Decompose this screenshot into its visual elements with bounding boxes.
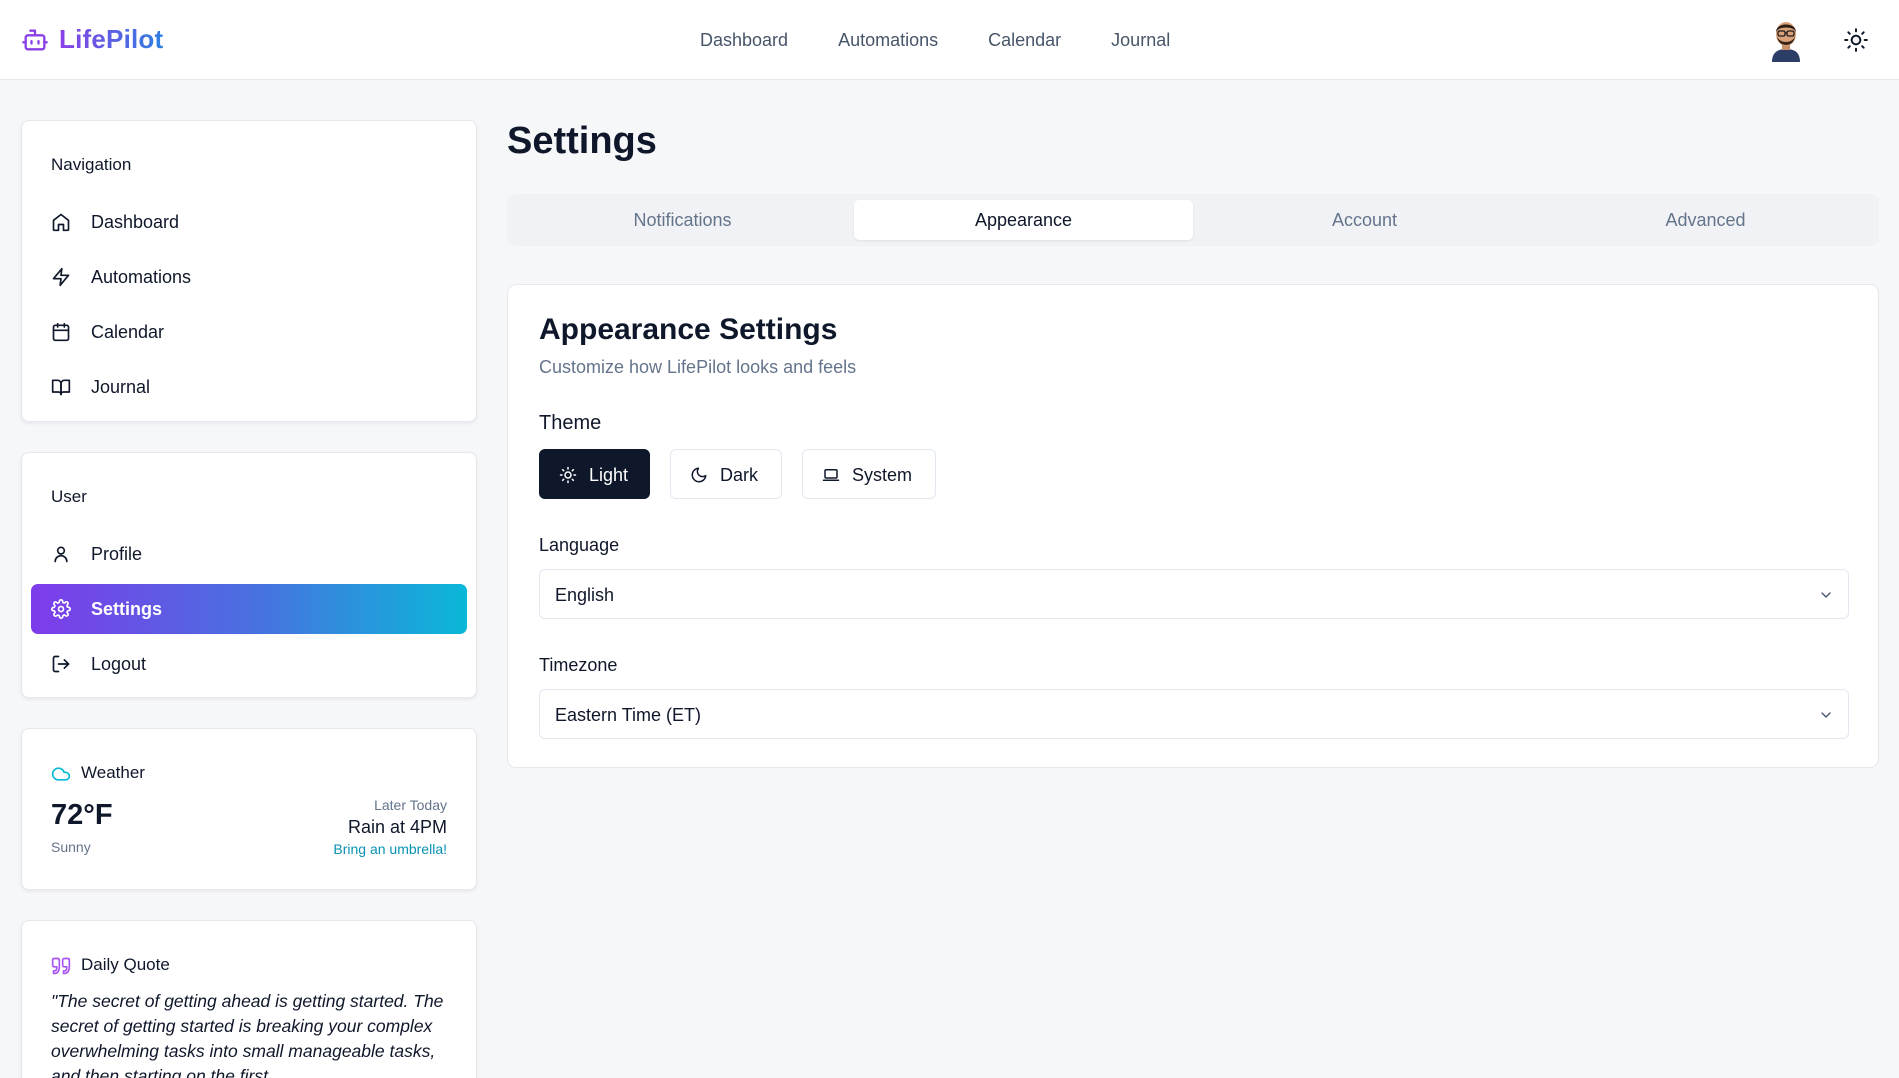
- sidebar-item-profile[interactable]: Profile: [31, 529, 467, 579]
- quote-text: "The secret of getting ahead is getting …: [51, 991, 444, 1078]
- language-select[interactable]: English: [539, 569, 1849, 619]
- theme-option-label: System: [852, 465, 913, 485]
- sidebar-item-label: Calendar: [91, 322, 165, 342]
- sidebar-item-dashboard[interactable]: Dashboard: [31, 197, 467, 247]
- logout-icon: [51, 654, 71, 674]
- top-bar: LifePilot Dashboard Automations Calendar…: [0, 0, 1899, 80]
- sidebar-item-settings[interactable]: Settings: [31, 584, 467, 634]
- top-navigation: Dashboard Automations Calendar Journal: [700, 28, 1220, 52]
- weather-temperature: 72°F: [51, 799, 113, 831]
- cloud-icon: [51, 764, 71, 784]
- user-title: User: [51, 487, 87, 506]
- lightning-icon: [51, 267, 71, 287]
- topnav-dashboard[interactable]: Dashboard: [700, 28, 788, 52]
- appearance-settings-panel: Appearance Settings Customize how LifePi…: [507, 284, 1879, 768]
- theme-dark-button[interactable]: Dark: [670, 449, 782, 499]
- sidebar-item-label: Automations: [91, 267, 192, 287]
- avatar[interactable]: [1766, 18, 1806, 62]
- theme-light-button[interactable]: Light: [539, 449, 650, 499]
- weather-tip: Bring an umbrella!: [333, 841, 447, 857]
- theme-label: Theme: [539, 412, 602, 434]
- theme-option-label: Dark: [720, 465, 759, 485]
- sidebar-item-label: Settings: [91, 599, 163, 619]
- language-value: English: [555, 585, 615, 605]
- user-card: User Profile Settings Logout: [21, 452, 477, 698]
- book-icon: [51, 377, 71, 397]
- tab-appearance[interactable]: Appearance: [854, 200, 1193, 240]
- page-title: Settings: [507, 120, 657, 162]
- settings-tabs: Notifications Appearance Account Advance…: [507, 194, 1879, 246]
- weather-later-label: Later Today: [374, 797, 447, 813]
- laptop-icon: [822, 466, 840, 484]
- quote-card: Daily Quote "The secret of getting ahead…: [21, 920, 477, 1078]
- user-icon: [51, 544, 71, 564]
- home-icon: [51, 212, 71, 232]
- timezone-select[interactable]: Eastern Time (ET): [539, 689, 1849, 739]
- theme-toggle-button[interactable]: [1843, 27, 1869, 53]
- navigation-card: Navigation Dashboard Automations Calenda…: [21, 120, 477, 422]
- sidebar-item-journal[interactable]: Journal: [31, 362, 467, 412]
- tab-notifications[interactable]: Notifications: [513, 200, 852, 240]
- chevron-down-icon: [1818, 587, 1834, 603]
- weather-card: Weather 72°F Sunny Later Today Rain at 4…: [21, 728, 477, 890]
- timezone-label: Timezone: [539, 655, 618, 675]
- weather-condition: Sunny: [51, 839, 91, 855]
- weather-title: Weather: [81, 763, 145, 782]
- robot-icon: [21, 26, 49, 54]
- theme-option-label: Light: [589, 465, 629, 485]
- topnav-journal[interactable]: Journal: [1111, 28, 1170, 52]
- sidebar-item-logout[interactable]: Logout: [31, 639, 467, 689]
- moon-icon: [690, 466, 708, 484]
- sun-icon: [1843, 27, 1869, 53]
- gear-icon: [51, 599, 71, 619]
- theme-system-button[interactable]: System: [802, 449, 936, 499]
- sidebar-item-label: Dashboard: [91, 212, 180, 232]
- topnav-calendar[interactable]: Calendar: [988, 28, 1061, 52]
- panel-description: Customize how LifePilot looks and feels: [539, 357, 857, 377]
- tab-account[interactable]: Account: [1195, 200, 1534, 240]
- language-label: Language: [539, 535, 620, 555]
- sidebar-item-automations[interactable]: Automations: [31, 252, 467, 302]
- brand-name: LifePilot: [59, 24, 164, 54]
- weather-forecast: Rain at 4PM: [347, 817, 447, 837]
- quote-title: Daily Quote: [81, 955, 170, 974]
- sidebar-item-label: Profile: [91, 544, 143, 564]
- timezone-value: Eastern Time (ET): [555, 705, 702, 725]
- panel-title: Appearance Settings: [539, 313, 838, 346]
- chevron-down-icon: [1818, 707, 1834, 723]
- sun-icon: [559, 466, 577, 484]
- brand[interactable]: LifePilot: [21, 24, 163, 55]
- sidebar-item-calendar[interactable]: Calendar: [31, 307, 467, 357]
- sidebar-item-label: Logout: [91, 654, 147, 674]
- tab-advanced[interactable]: Advanced: [1536, 200, 1875, 240]
- topnav-automations[interactable]: Automations: [838, 28, 938, 52]
- navigation-title: Navigation: [51, 155, 132, 174]
- calendar-icon: [51, 322, 71, 342]
- quote-icon: [51, 956, 71, 976]
- sidebar-item-label: Journal: [91, 377, 151, 397]
